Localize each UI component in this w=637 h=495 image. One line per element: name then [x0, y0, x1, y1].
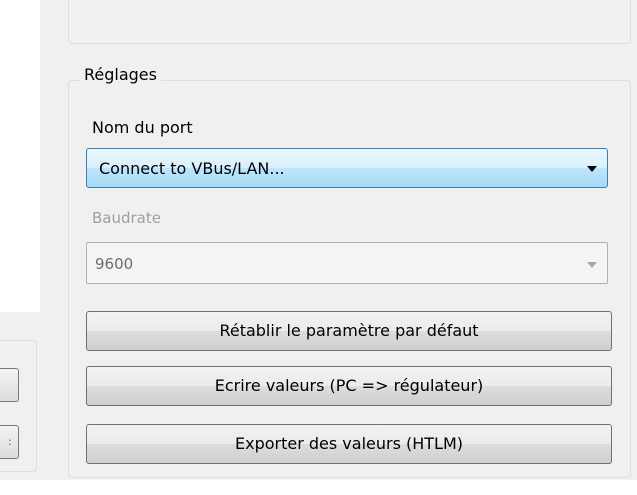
settings-group-title: Réglages [80, 64, 161, 86]
left-button-2-edge: : [8, 435, 12, 448]
port-name-value: Connect to VBus/LAN... [99, 159, 285, 178]
export-values-button[interactable]: Exporter des valeurs (HTLM) [86, 424, 612, 464]
port-name-label: Nom du port [92, 118, 193, 137]
left-button-1[interactable] [0, 368, 19, 402]
reset-defaults-button[interactable]: Rétablir le paramètre par défaut [86, 311, 612, 351]
chevron-down-icon [587, 166, 597, 172]
write-values-button[interactable]: Ecrire valeurs (PC => régulateur) [86, 366, 612, 406]
port-name-dropdown[interactable]: Connect to VBus/LAN... [86, 148, 608, 188]
app-window: : Réglages Nom du port Connect to VBus/L… [0, 0, 637, 495]
baudrate-label: Baudrate [92, 209, 161, 227]
chevron-down-icon [587, 262, 597, 268]
baudrate-value: 9600 [95, 255, 134, 273]
left-button-2[interactable]: : [0, 425, 19, 459]
top-group-box [68, 0, 631, 44]
baudrate-dropdown: 9600 [86, 242, 608, 284]
